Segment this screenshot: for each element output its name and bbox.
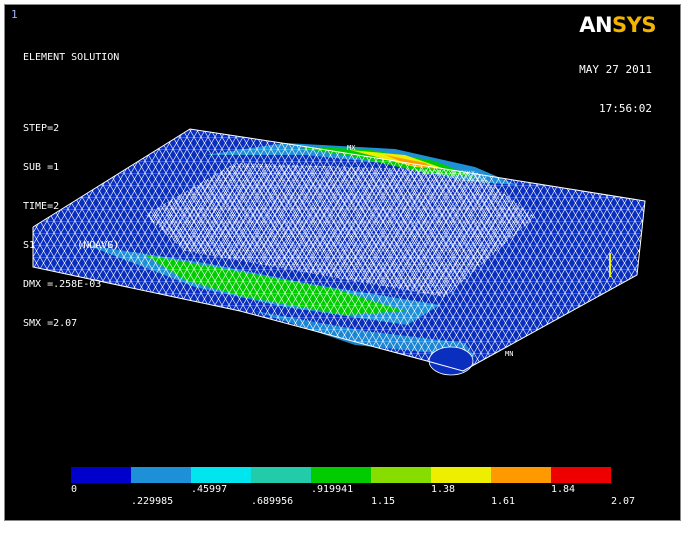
legend-label-bottom-0: .229985 [131, 496, 174, 507]
info-sub: SUB =1 [23, 162, 60, 173]
date-stamp: MAY 27 2011 17:56:02 [579, 37, 652, 141]
logo-sys-text: SYS [612, 13, 656, 37]
legend-label-bottom-1: .689956 [251, 496, 294, 507]
legend-label-bottom-4: 2.07 [611, 496, 636, 507]
contour-legend [71, 467, 611, 483]
legend-label-bottom-3: 1.61 [491, 496, 516, 507]
logo-an-text: AN [579, 13, 613, 37]
graphics-viewport[interactable]: 1 ANSYS ELEMENT SOLUTION STEP=2 SUB =1 T… [4, 4, 681, 521]
legend-swatch-0 [71, 467, 131, 483]
legend-swatch-8 [551, 467, 611, 483]
info-step: STEP=2 [23, 123, 60, 134]
info-time: TIME=2 [23, 201, 60, 212]
legend-label-top-3: 1.38 [431, 484, 456, 495]
max-marker: MX [347, 144, 356, 152]
legend-swatch-6 [431, 467, 491, 483]
info-smx: SMX =2.07 [23, 318, 78, 329]
legend-label-top-0: 0 [71, 484, 78, 495]
legend-swatch-7 [491, 467, 551, 483]
date-text: MAY 27 2011 [579, 63, 652, 76]
ansys-logo: ANSYS [579, 13, 656, 37]
legend-swatch-5 [371, 467, 431, 483]
legend-label-top-4: 1.84 [551, 484, 576, 495]
legend-label-bottom-2: 1.15 [371, 496, 396, 507]
legend-swatch-4 [311, 467, 371, 483]
info-s1: S1 (NOAVG) [23, 240, 120, 251]
time-text: 17:56:02 [599, 102, 652, 115]
window-number: 1 [11, 8, 18, 21]
info-title: ELEMENT SOLUTION [23, 52, 120, 63]
min-marker: MN [505, 350, 514, 358]
legend-label-top-1: .45997 [191, 484, 228, 495]
info-dmx: DMX =.258E-03 [23, 279, 102, 290]
legend-swatch-1 [131, 467, 191, 483]
solution-info: ELEMENT SOLUTION STEP=2 SUB =1 TIME=2 S1… [23, 25, 119, 356]
legend-swatch-2 [191, 467, 251, 483]
solid-body [32, 128, 646, 376]
legend-swatch-3 [251, 467, 311, 483]
legend-label-top-2: .919941 [311, 484, 354, 495]
